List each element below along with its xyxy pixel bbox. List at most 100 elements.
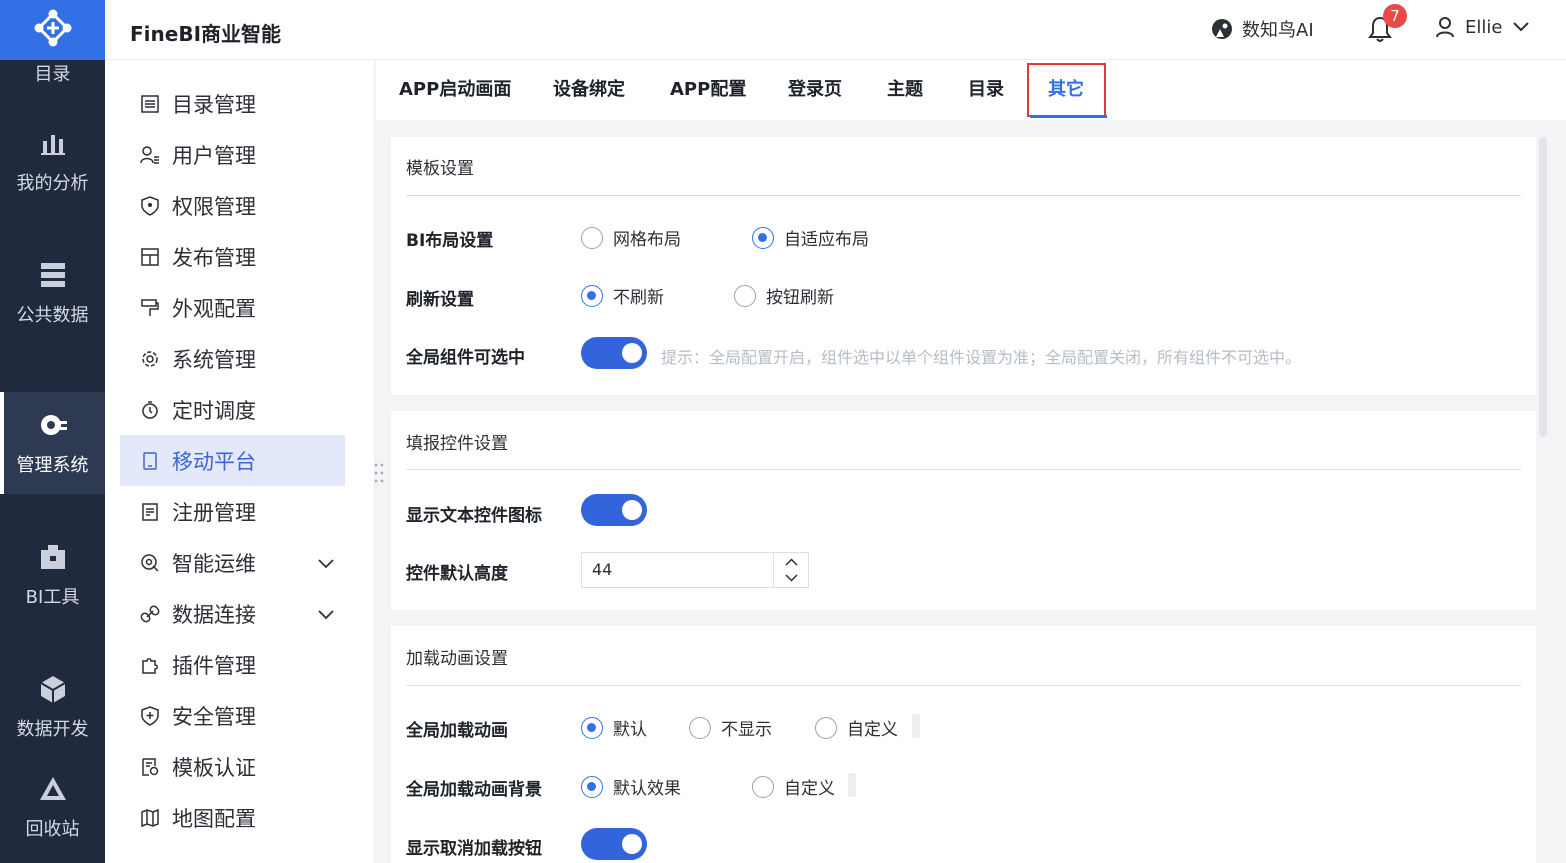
- toggle-knob: [622, 500, 642, 520]
- ai-assistant-button[interactable]: 数知鸟AI: [1210, 16, 1314, 42]
- notification-badge: 7: [1383, 4, 1407, 28]
- selectable-toggle[interactable]: [581, 337, 647, 369]
- panel-title: 加载动画设置: [406, 649, 508, 669]
- logo-icon: [34, 9, 71, 47]
- rail-item-public-data[interactable]: 公共数据: [0, 242, 105, 344]
- tab-login-page[interactable]: 登录页: [788, 60, 842, 120]
- toggle-knob: [622, 343, 642, 363]
- radio-no-refresh[interactable]: 不刷新: [581, 283, 664, 308]
- sidenav-item-smart-ops[interactable]: 智能运维: [120, 537, 345, 588]
- radio-anim-custom[interactable]: 自定义: [815, 715, 898, 740]
- sidenav-item-plugins[interactable]: 插件管理: [120, 639, 345, 690]
- radio-label: 网格布局: [613, 230, 681, 250]
- rail-item-recycle-bin[interactable]: 回收站: [0, 756, 105, 858]
- logo[interactable]: [0, 0, 105, 60]
- management-sidenav: 目录管理 用户管理 权限管理 发布管理 外观配置 系统管理 定时调度 移动平台 …: [105, 60, 375, 863]
- shield-icon: [141, 195, 159, 216]
- sidenav-item-users[interactable]: 用户管理: [120, 129, 345, 180]
- sidenav-item-template-cert[interactable]: 模板认证: [120, 741, 345, 792]
- sidenav-item-label: 地图配置: [172, 806, 256, 831]
- loading-animation-panel: 加载动画设置 全局加载动画 默认 不显示 自定义 全局加载动画背景 默认效果 自…: [391, 626, 1536, 863]
- radio-dot: [581, 226, 603, 249]
- radio-adaptive-layout[interactable]: 自适应布局: [752, 225, 869, 250]
- user-menu[interactable]: Ellie: [1435, 16, 1530, 38]
- radio-grid-layout[interactable]: 网格布局: [581, 225, 681, 250]
- sidenav-item-label: 系统管理: [172, 347, 256, 372]
- radio-label: 自定义: [784, 779, 835, 799]
- sidenav-item-directory[interactable]: 目录管理: [120, 78, 345, 129]
- sidenav-item-mobile[interactable]: 移动平台: [120, 435, 345, 486]
- bird-icon: [1212, 19, 1232, 39]
- rail-item-label: 我的分析: [16, 173, 89, 194]
- default-height-input[interactable]: 44: [581, 552, 809, 588]
- link-icon: [140, 605, 160, 622]
- content-scrollbar[interactable]: [1539, 137, 1547, 437]
- ai-assistant-label: 数知鸟AI: [1242, 20, 1314, 41]
- database-icon: [40, 263, 65, 287]
- selectable-label: 全局组件可选中: [406, 348, 525, 368]
- radio-bg-custom[interactable]: 自定义: [752, 774, 835, 799]
- refresh-setting-label: 刷新设置: [406, 290, 474, 310]
- rail-item-my-analysis[interactable]: 我的分析: [0, 110, 105, 212]
- input-value: 44: [592, 560, 613, 579]
- radio-dot: [581, 716, 603, 739]
- radio-dot: [815, 716, 837, 739]
- left-rail: 目录 我的分析 公共数据 管理系统 BI工具 数据开发 回收站: [0, 0, 105, 863]
- radio-label: 按钮刷新: [766, 288, 834, 308]
- sidenav-item-permissions[interactable]: 权限管理: [120, 180, 345, 231]
- show-icon-toggle[interactable]: [581, 494, 647, 526]
- radio-button-refresh[interactable]: 按钮刷新: [734, 283, 834, 308]
- radio-bg-default[interactable]: 默认效果: [581, 774, 681, 799]
- chevron-down-icon[interactable]: [774, 570, 809, 586]
- bg-upload-stub[interactable]: [848, 773, 856, 797]
- panel-title: 填报控件设置: [406, 434, 508, 454]
- sidenav-item-label: 数据连接: [172, 602, 256, 627]
- sidenav-item-label: 移动平台: [172, 449, 256, 474]
- user-icon: [1436, 17, 1454, 38]
- resize-handle-icon[interactable]: [372, 462, 386, 484]
- sidenav-item-appearance[interactable]: 外观配置: [120, 282, 345, 333]
- rail-item-label: 回收站: [25, 819, 80, 840]
- sidenav-item-security[interactable]: 安全管理: [120, 690, 345, 741]
- app-title: FineBI商业智能: [130, 22, 282, 46]
- radio-anim-hidden[interactable]: 不显示: [689, 715, 772, 740]
- shield-plus-icon: [141, 705, 159, 726]
- sidenav-item-registration[interactable]: 注册管理: [120, 486, 345, 537]
- radio-label: 默认: [613, 720, 647, 740]
- chevron-up-icon[interactable]: [774, 554, 809, 570]
- sidenav-item-label: 目录管理: [172, 92, 256, 117]
- sidenav-item-map-config[interactable]: 地图配置: [120, 792, 345, 843]
- anim-upload-stub[interactable]: [912, 714, 920, 738]
- tab-app-splash[interactable]: APP启动画面: [399, 60, 511, 120]
- sidenav-item-schedule[interactable]: 定时调度: [120, 384, 345, 435]
- sidenav-item-publish[interactable]: 发布管理: [120, 231, 345, 282]
- cube-icon: [39, 676, 66, 703]
- tab-device-binding[interactable]: 设备绑定: [553, 60, 625, 120]
- rail-item-bi-tools[interactable]: BI工具: [0, 524, 105, 626]
- list-icon: [141, 94, 159, 113]
- sidenav-item-data-connection[interactable]: 数据连接: [120, 588, 345, 639]
- rail-item-data-dev[interactable]: 数据开发: [0, 656, 105, 758]
- puzzle-icon: [142, 657, 158, 674]
- radio-dot: [581, 284, 603, 307]
- sidenav-item-label: 定时调度: [172, 398, 256, 423]
- sidenav-item-label: 安全管理: [172, 704, 256, 729]
- tab-theme[interactable]: 主题: [887, 60, 923, 120]
- radio-label: 自定义: [847, 720, 898, 740]
- rail-label-directory[interactable]: 目录: [0, 60, 105, 86]
- rail-item-label: 数据开发: [16, 719, 89, 740]
- cancel-button-toggle[interactable]: [581, 828, 647, 860]
- username: Ellie: [1465, 16, 1503, 38]
- active-tab-underline: [1030, 115, 1107, 118]
- map-icon: [141, 808, 159, 827]
- sidenav-item-system[interactable]: 系统管理: [120, 333, 345, 384]
- gear-icon: [142, 350, 158, 367]
- rail-item-label: 管理系统: [16, 455, 89, 476]
- sidenav-item-label: 模板认证: [172, 755, 256, 780]
- number-stepper[interactable]: [773, 553, 808, 587]
- sidenav-item-label: 插件管理: [172, 653, 256, 678]
- rail-item-management[interactable]: 管理系统: [0, 392, 105, 494]
- tab-app-config[interactable]: APP配置: [670, 60, 746, 120]
- tab-directory[interactable]: 目录: [968, 60, 1004, 120]
- radio-anim-default[interactable]: 默认: [581, 715, 647, 740]
